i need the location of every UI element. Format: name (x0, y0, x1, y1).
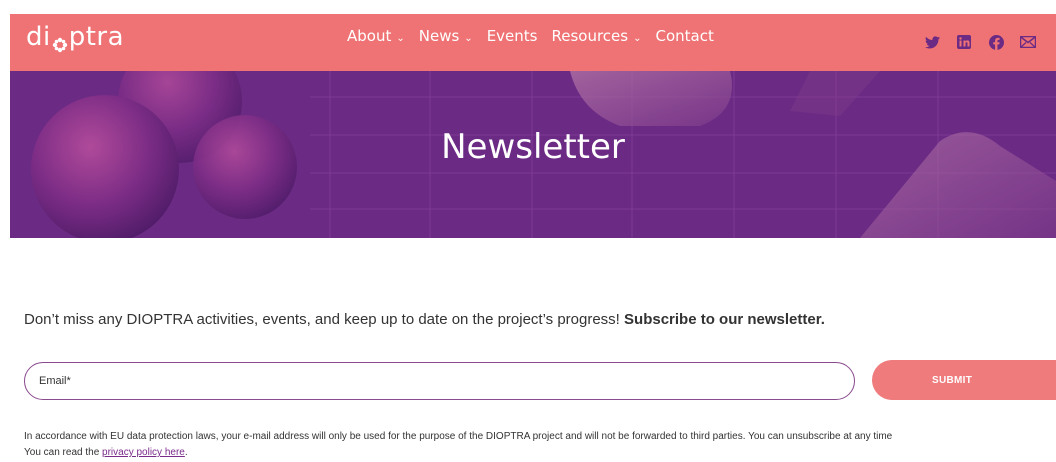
privacy-notice-prefix: You can read the (24, 447, 103, 458)
nav-item-about[interactable]: About ⌄ (347, 27, 405, 45)
submit-button[interactable]: SUBMIT (872, 360, 1056, 400)
nav-item-label: Contact (655, 27, 714, 45)
intro-text: Don’t miss any DIOPTRA activities, event… (24, 311, 825, 328)
hero-banner: Newsletter (10, 71, 1056, 238)
linkedin-icon[interactable] (956, 34, 972, 50)
twitter-icon[interactable] (924, 34, 940, 50)
site-logo[interactable]: di ptra (26, 22, 125, 53)
nav-item-contact[interactable]: Contact (655, 27, 713, 45)
main-nav: About ⌄ News ⌄ Events Resources ⌄ Contac… (347, 27, 728, 45)
intro-regular-text: Don’t miss any DIOPTRA activities, event… (24, 311, 625, 328)
privacy-notice-suffix: . (184, 447, 188, 458)
social-links (924, 34, 1052, 50)
nav-item-events[interactable]: Events (487, 27, 538, 45)
logo-flower-icon (52, 30, 68, 53)
chevron-down-icon: ⌄ (464, 32, 473, 44)
nav-item-label: About (347, 27, 392, 45)
nav-item-resources[interactable]: Resources ⌄ (551, 27, 641, 45)
privacy-policy-link[interactable]: privacy policy here (102, 447, 185, 458)
site-header: di ptra About ⌄ News ⌄ Events Resources … (10, 14, 1056, 71)
privacy-notice: In accordance with EU data protection la… (24, 429, 892, 461)
privacy-notice-line2: You can read the privacy policy here. (24, 445, 892, 461)
nav-item-label: Resources (551, 27, 629, 45)
logo-prefix: di (26, 22, 51, 52)
email-field[interactable] (24, 362, 855, 400)
email-icon[interactable] (1020, 34, 1036, 50)
intro-bold-text: Subscribe to our newsletter. (624, 311, 825, 328)
facebook-icon[interactable] (988, 34, 1004, 50)
chevron-down-icon: ⌄ (633, 32, 642, 44)
privacy-notice-line1: In accordance with EU data protection la… (24, 431, 893, 442)
nav-item-label: News (418, 27, 460, 45)
nav-item-news[interactable]: News ⌄ (419, 27, 473, 45)
page-title: Newsletter (441, 127, 625, 167)
chevron-down-icon: ⌄ (396, 32, 405, 44)
nav-item-label: Events (486, 27, 538, 45)
logo-suffix: ptra (68, 22, 125, 52)
